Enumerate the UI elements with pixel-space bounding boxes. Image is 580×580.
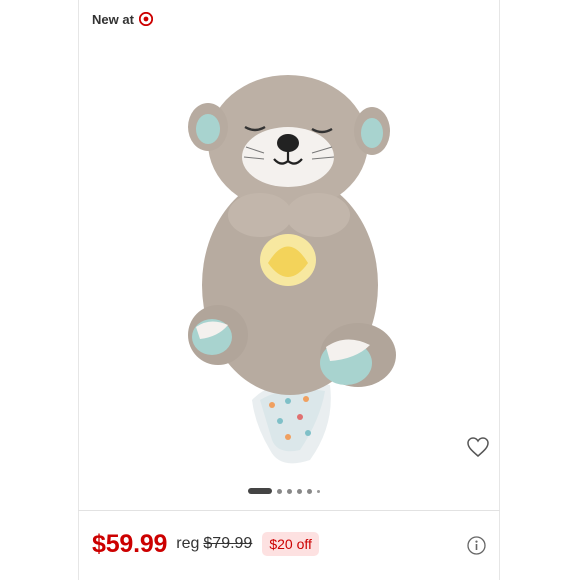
new-at-target-badge: New at: [92, 10, 154, 28]
carousel-dot[interactable]: [317, 489, 320, 493]
carousel-dot[interactable]: [277, 488, 282, 494]
wishlist-heart-icon[interactable]: [466, 436, 490, 458]
carousel-dot[interactable]: [307, 488, 312, 494]
discount-badge: $20 off: [262, 532, 319, 556]
price-row: $59.99 reg $79.99 $20 off: [92, 528, 319, 560]
carousel-dot[interactable]: [297, 488, 302, 494]
product-image[interactable]: [160, 55, 420, 475]
carousel-dot[interactable]: [248, 488, 272, 494]
product-card: New at $59.99 reg $79.99 $20 off: [0, 0, 580, 580]
carousel-dot[interactable]: [287, 488, 292, 494]
carousel-pagination: [248, 487, 320, 495]
current-price: $59.99: [92, 529, 168, 558]
divider: [78, 510, 500, 511]
info-circle-icon[interactable]: [467, 536, 486, 555]
target-logo-icon: [138, 11, 154, 27]
badge-text: New at: [92, 11, 134, 27]
regular-price: $79.99: [203, 535, 253, 552]
regular-price-label: reg: [176, 535, 200, 552]
